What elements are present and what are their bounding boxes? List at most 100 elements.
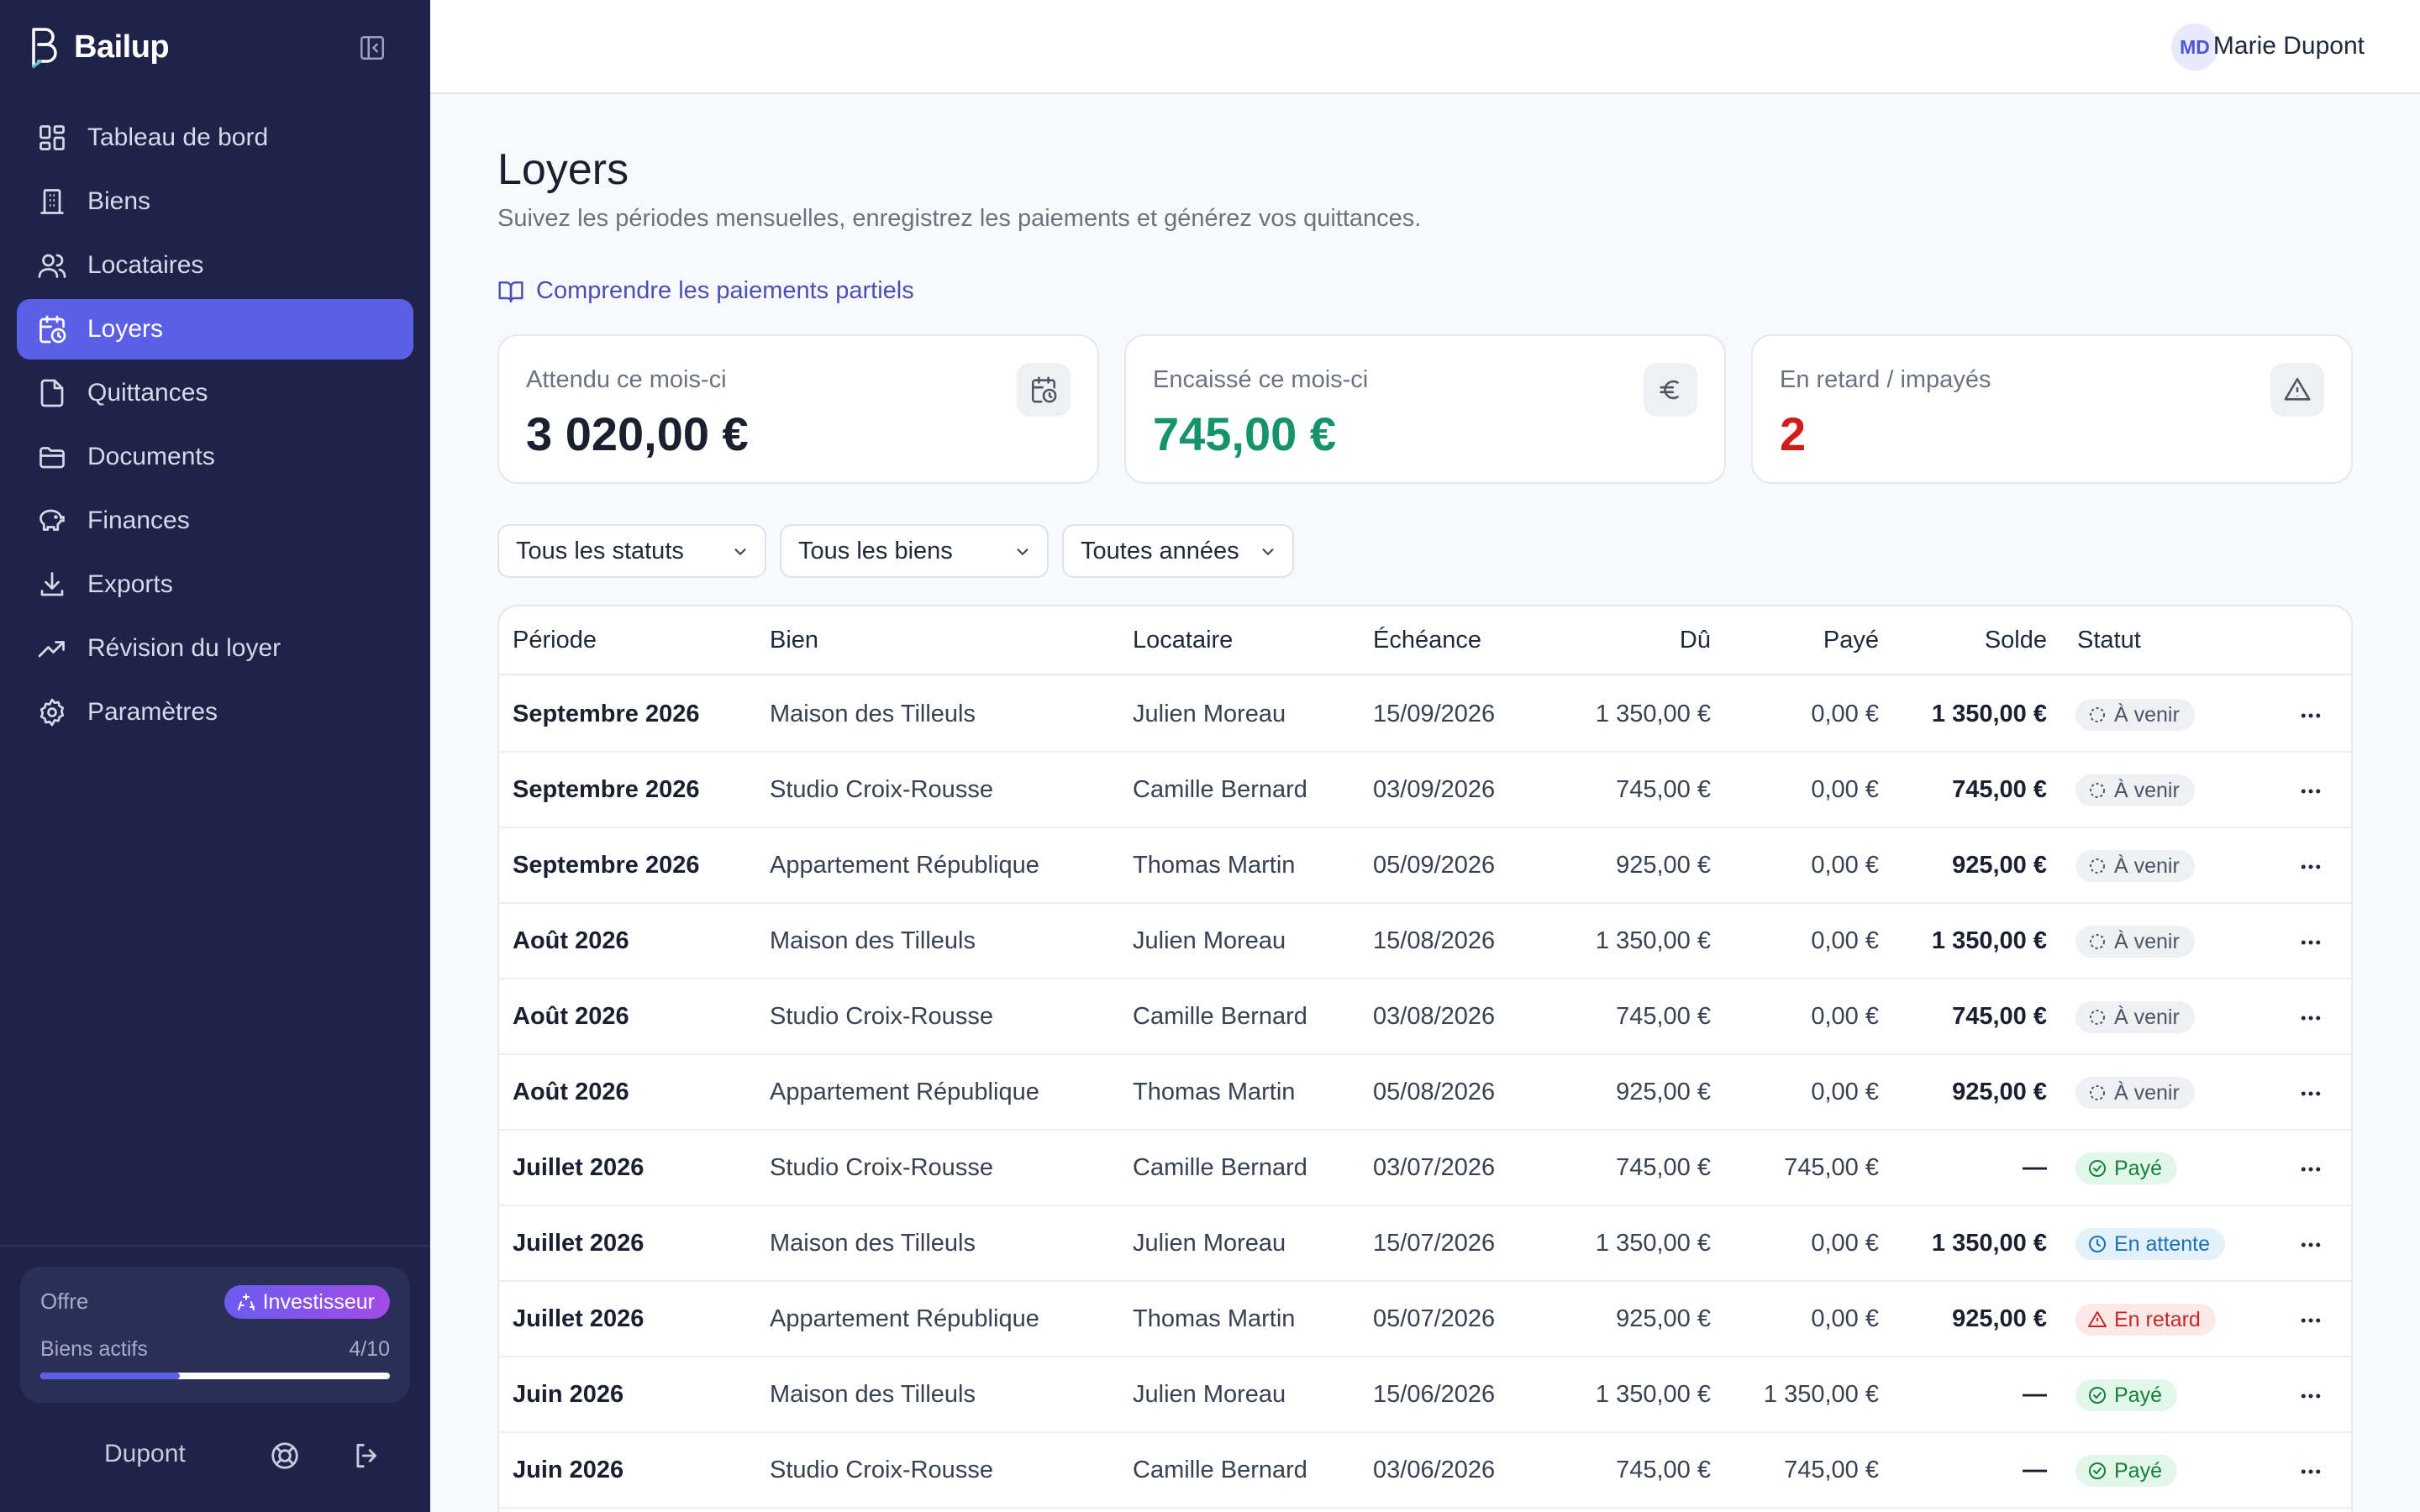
sidebar-item-label: Loyers [87, 315, 164, 343]
assets-progress-bar [40, 1373, 390, 1379]
column-tenant[interactable]: Locataire [1133, 627, 1233, 654]
cell-amount: 1 350,00 € [1595, 701, 1711, 727]
status-badge: À venir [2075, 850, 2195, 882]
cell-balance: 1 350,00 € [1931, 701, 2047, 727]
cell-paid: 0,00 € [1811, 1003, 1879, 1030]
status-label: À venir [2114, 929, 2180, 953]
download-icon [40, 572, 64, 596]
help-lifebuoy-icon[interactable] [269, 1440, 301, 1472]
cell-amount: 745,00 € [1616, 776, 1711, 803]
stat-label: Attendu ce mois-ci [526, 366, 727, 393]
status-filter-select[interactable]: Tous les statuts [497, 524, 766, 578]
cell-paid: 0,00 € [1811, 852, 1879, 879]
table-row[interactable]: Septembre 2026 Maison des Tilleuls Julien … [499, 677, 2351, 753]
table-row[interactable]: Juillet 2026 Studio Croix-Rousse Camille B… [499, 1131, 2351, 1206]
footer-user-name[interactable]: Dupont [104, 1440, 186, 1468]
sidebar-nav: Tableau de bord Biens Locataires Loyers … [17, 108, 413, 746]
table-row[interactable]: Septembre 2026 Appartement République Thom… [499, 828, 2351, 904]
property-filter-select[interactable]: Tous les biens [780, 524, 1049, 578]
table-row[interactable]: Juillet 2026 Appartement République Thomas… [499, 1282, 2351, 1357]
column-amount[interactable]: Dû [1680, 627, 1711, 654]
cell-paid: 0,00 € [1811, 1230, 1879, 1257]
row-actions-button[interactable] [2296, 701, 2326, 731]
plan-label: Offre [40, 1289, 89, 1314]
status-filter-value: Tous les statuts [516, 537, 684, 564]
cell-property: Appartement République [770, 852, 1039, 879]
sidebar-item-documents[interactable]: Documents [17, 427, 413, 487]
cell-tenant: Camille Bernard [1133, 1154, 1307, 1181]
column-period[interactable]: Période [513, 627, 597, 654]
column-property[interactable]: Bien [770, 627, 818, 654]
table-row[interactable]: Septembre 2026 Studio Croix-Rousse Camille… [499, 753, 2351, 828]
column-balance[interactable]: Solde [1985, 627, 2047, 654]
table-row[interactable]: Août 2026 Appartement République Thomas Ma… [499, 1055, 2351, 1131]
logout-icon[interactable] [351, 1440, 383, 1472]
row-actions-button[interactable] [2296, 927, 2326, 958]
plan-badge-label: Investisseur [262, 1289, 375, 1314]
sidebar-item-quittances[interactable]: Quittances [17, 363, 413, 423]
more-horizontal-icon [2301, 1318, 2321, 1323]
cell-period: Septembre 2026 [513, 701, 700, 727]
cell-property: Maison des Tilleuls [770, 1381, 976, 1408]
column-status[interactable]: Statut [2077, 627, 2141, 654]
sidebar-item-finances[interactable]: Finances [17, 491, 413, 551]
cell-property: Studio Croix-Rousse [770, 1003, 993, 1030]
row-actions-button[interactable] [2296, 1154, 2326, 1184]
column-paid[interactable]: Payé [1823, 627, 1879, 654]
sidebar-item-loyers[interactable]: Loyers [17, 299, 413, 360]
cell-paid: 1 350,00 € [1763, 1381, 1879, 1408]
year-filter-select[interactable]: Toutes années [1062, 524, 1294, 578]
sidebar-item-revision[interactable]: Révision du loyer [17, 618, 413, 679]
table-row[interactable]: Juin 2026 Studio Croix-Rousse Camille Bern… [499, 1433, 2351, 1509]
row-actions-button[interactable] [2296, 1457, 2326, 1487]
collapse-sidebar-icon[interactable] [358, 34, 387, 62]
avatar[interactable]: MD [2171, 24, 2218, 71]
column-due-date[interactable]: Échéance [1373, 627, 1481, 654]
plan-badge[interactable]: Investisseur [224, 1285, 390, 1319]
row-actions-button[interactable] [2296, 1079, 2326, 1109]
cell-paid: 0,00 € [1811, 1079, 1879, 1105]
row-actions-button[interactable] [2296, 1003, 2326, 1033]
table-row[interactable]: Juillet 2026 Maison des Tilleuls Julien Mo… [499, 1206, 2351, 1282]
rents-table: Période Bien Locataire Échéance Dû Payé … [497, 605, 2353, 1512]
stat-value: 2 [1780, 407, 1807, 460]
row-actions-button[interactable] [2296, 1305, 2326, 1336]
check-circle-icon [2089, 1387, 2106, 1404]
status-badge: Payé [2075, 1152, 2177, 1184]
more-horizontal-icon [2301, 789, 2321, 794]
cell-balance: — [2023, 1381, 2047, 1408]
cell-period: Juillet 2026 [513, 1154, 644, 1181]
cell-period: Septembre 2026 [513, 776, 700, 803]
cell-balance: 925,00 € [1952, 1305, 2047, 1332]
stat-card-collected: Encaissé ce mois-ci 745,00 € [1124, 334, 1726, 484]
cell-tenant: Thomas Martin [1133, 1079, 1296, 1105]
table-row[interactable]: Juin 2026 Maison des Tilleuls Julien Morea… [499, 1357, 2351, 1433]
dashboard-icon [39, 125, 65, 150]
row-actions-button[interactable] [2296, 852, 2326, 882]
status-label: Payé [2114, 1156, 2162, 1180]
user-name[interactable]: Marie Dupont [2213, 32, 2365, 60]
calendar-clock-icon [1031, 376, 1057, 403]
sidebar-item-parametres[interactable]: Paramètres [17, 682, 413, 743]
row-actions-button[interactable] [2296, 776, 2326, 806]
brand[interactable]: Bailup [29, 24, 170, 71]
row-actions-button[interactable] [2296, 1230, 2326, 1260]
cell-due-date: 05/08/2026 [1373, 1079, 1496, 1105]
sidebar-item-label: Locataires [87, 251, 204, 279]
table-row[interactable]: Août 2026 Maison des Tilleuls Julien Morea… [499, 904, 2351, 979]
cell-period: Août 2026 [513, 927, 629, 954]
cell-amount: 745,00 € [1616, 1457, 1711, 1483]
sidebar-item-locataires[interactable]: Locataires [17, 235, 413, 296]
row-actions-button[interactable] [2296, 1381, 2326, 1411]
sidebar-item-biens[interactable]: Biens [17, 171, 413, 232]
partial-payments-help-link[interactable]: Comprendre les paiements partiels [497, 277, 914, 305]
more-horizontal-icon [2301, 1242, 2321, 1247]
sidebar-item-label: Quittances [87, 379, 208, 407]
assets-progress-fill [40, 1373, 181, 1379]
sidebar-item-exports[interactable]: Exports [17, 554, 413, 615]
building-icon [40, 189, 64, 214]
sidebar-item-dashboard[interactable]: Tableau de bord [17, 108, 413, 168]
property-filter-value: Tous les biens [798, 537, 953, 564]
table-row[interactable]: Août 2026 Studio Croix-Rousse Camille Bern… [499, 979, 2351, 1055]
cell-amount: 925,00 € [1616, 1305, 1711, 1332]
